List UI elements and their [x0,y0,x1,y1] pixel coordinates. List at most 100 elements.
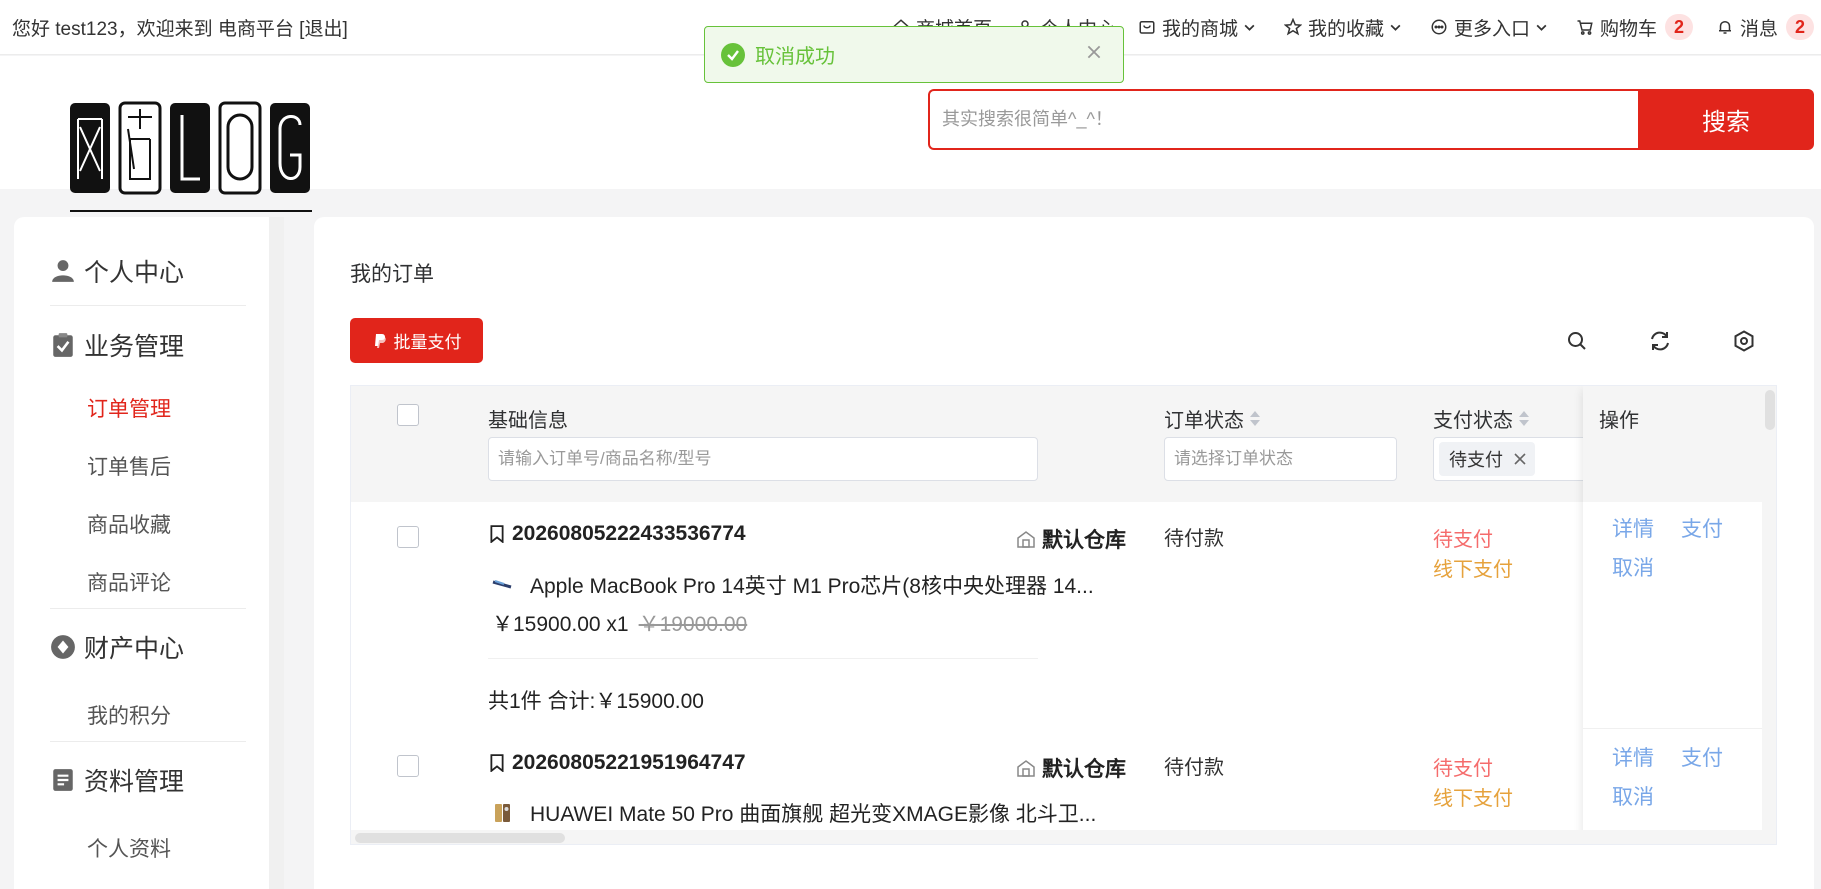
diamond-icon [51,635,75,659]
paypal-icon [374,333,386,348]
toast-message: 取消成功 [755,46,835,68]
sidebar-group-assets-label: 财产中心 [84,635,185,663]
search-input[interactable]: 其实搜索很简单^_^！ [928,89,1638,150]
sidebar-item-product-reviews[interactable]: 商品评论 [87,567,171,597]
column-header-pay-status[interactable]: 支付状态 [1433,404,1529,433]
clipboard-check-icon [53,333,73,357]
pay-status-tag-label: 待支付 [1449,450,1503,470]
close-icon[interactable] [1085,43,1103,61]
nav-my-favorites[interactable]: 我的收藏 [1284,13,1402,41]
orders-table: 基础信息 请输入订单号/商品名称/型号 订单状态 请选择订单状态 支付状态 待支… [350,385,1777,845]
refresh-icon[interactable] [1648,329,1672,353]
sidebar-group-personal-center-label: 个人中心 [84,259,185,287]
product-thumbnail [492,580,512,590]
row-checkbox[interactable] [397,526,419,548]
cancel-link[interactable]: 取消 [1612,552,1654,582]
nav-messages-label: 消息 [1740,18,1779,40]
table-header: 基础信息 请输入订单号/商品名称/型号 订单状态 请选择订单状态 支付状态 待支… [351,386,1762,502]
nav-cart-label: 购物车 [1600,18,1658,40]
pay-link[interactable]: 支付 [1681,513,1723,543]
order-summary: 共1件 合计:￥15900.00 [488,690,704,713]
nav-my-mall-label: 我的商城 [1162,18,1239,40]
warehouse-icon [1017,760,1035,777]
order-number: 20260805221951964747 [488,751,746,775]
sidebar-group-assets[interactable]: 财产中心 [50,629,184,665]
sort-icon[interactable] [1519,410,1529,427]
settings-icon[interactable] [1732,329,1756,353]
batch-pay-label: 批量支付 [393,333,462,352]
order-status: 待付款 [1164,528,1224,550]
chevron-down-icon [1536,24,1547,31]
nav-messages[interactable]: 消息 2 [1716,13,1815,41]
column-header-order-status[interactable]: 订单状态 [1164,404,1260,433]
search-icon[interactable] [1565,329,1589,353]
column-header-order-status-label: 订单状态 [1164,410,1244,432]
warehouse-name: 默认仓库 [1042,529,1126,552]
price-original: ￥19000.00 [638,613,748,636]
sidebar-item-after-sales[interactable]: 订单售后 [87,451,171,481]
message-count-badge: 2 [1786,14,1815,40]
nav-more-entries-label: 更多入口 [1454,18,1531,40]
bookmark-icon [490,754,504,772]
price-current: ￥15900.00 x1 [492,613,629,636]
sidebar-item-personal-info[interactable]: 个人资料 [87,833,171,863]
table-horizontal-scrollbar[interactable] [351,830,1776,844]
order-number-text: 20260805221951964747 [512,751,746,774]
order-status-select[interactable]: 请选择订单状态 [1164,437,1397,481]
table-vertical-scrollbar[interactable] [1762,386,1776,830]
cart-icon [1577,20,1593,35]
check-circle-icon [721,42,745,67]
chevron-down-icon [1244,24,1255,31]
scrollbar-thumb[interactable] [1765,390,1775,430]
pay-link[interactable]: 支付 [1681,742,1723,772]
logout-link[interactable]: [退出] [299,19,348,40]
cancel-link[interactable]: 取消 [1612,781,1654,811]
pay-status: 待支付 [1433,529,1493,551]
warehouse-name: 默认仓库 [1042,758,1126,781]
bell-icon [1719,20,1731,34]
welcome-message: 您好 test123，欢迎来到 电商平台 [退出] [12,14,348,41]
detail-link[interactable]: 详情 [1612,742,1654,772]
select-all-checkbox[interactable] [397,404,419,426]
order-status: 待付款 [1164,757,1224,779]
row-divider [1583,728,1762,729]
detail-link[interactable]: 详情 [1612,513,1654,543]
column-header-basic-info: 基础信息 [488,404,568,433]
sidebar: 个人中心 业务管理 订单管理 订单售后 商品收藏 商品评论 财产中心 我的积分 … [14,217,284,889]
welcome-text: 您好 test123，欢迎来到 电商平台 [12,19,294,40]
product-name[interactable]: HUAWEI Mate 50 Pro 曲面旗舰 超光变XMAGE影像 北斗卫..… [492,798,1096,828]
basic-info-filter-input[interactable]: 请输入订单号/商品名称/型号 [488,437,1038,481]
sidebar-group-personal-center[interactable]: 个人中心 [50,253,184,289]
pay-method: 线下支付 [1433,788,1513,810]
page-title: 我的订单 [350,263,434,286]
search-button[interactable]: 搜索 [1638,89,1814,150]
success-toast: 取消成功 [704,26,1124,83]
more-circle-icon [1431,19,1447,35]
document-icon [53,769,73,791]
sidebar-item-product-favorites[interactable]: 商品收藏 [87,509,171,539]
batch-pay-button[interactable]: 批量支付 [350,318,483,363]
product-name-text: HUAWEI Mate 50 Pro 曲面旗舰 超光变XMAGE影像 北斗卫..… [530,803,1097,826]
bookmark-icon [490,525,504,543]
cart-count-badge: 2 [1665,14,1694,40]
sidebar-item-my-points[interactable]: 我的积分 [87,700,171,730]
nav-my-mall[interactable]: 我的商城 [1138,13,1256,41]
sidebar-group-profile[interactable]: 资料管理 [50,762,184,798]
sidebar-item-order-management[interactable]: 订单管理 [87,393,171,423]
pay-status-tag: 待支付 [1439,442,1535,476]
close-icon[interactable] [1513,452,1527,466]
sidebar-scrollbar[interactable] [269,217,284,889]
column-header-basic-info-label: 基础信息 [488,410,568,432]
sidebar-group-business[interactable]: 业务管理 [50,327,184,363]
chevron-down-icon [1390,24,1401,31]
nav-cart[interactable]: 购物车 2 [1576,13,1694,41]
product-name[interactable]: Apple MacBook Pro 14英寸 M1 Pro芯片(8核中央处理器 … [492,570,1094,600]
order-number: 20260805222433536774 [488,522,746,546]
pay-status: 待支付 [1433,758,1493,780]
scrollbar-thumb[interactable] [355,833,565,843]
sort-icon[interactable] [1250,410,1260,427]
sidebar-divider [50,305,246,306]
nav-more-entries[interactable]: 更多入口 [1430,13,1548,41]
row-checkbox[interactable] [397,755,419,777]
site-logo[interactable] [68,99,316,215]
